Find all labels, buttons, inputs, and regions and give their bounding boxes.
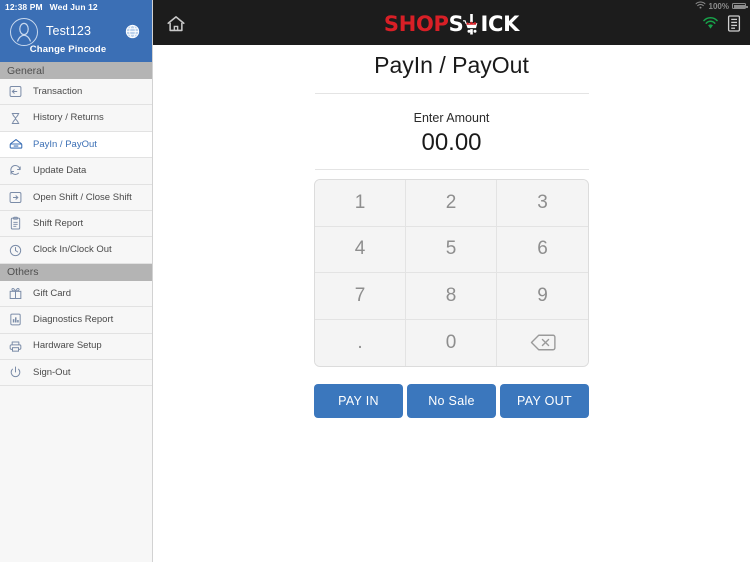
cash-drawer-icon <box>7 136 24 153</box>
key-7[interactable]: 7 <box>315 273 406 320</box>
logo-text-s: S <box>448 12 464 36</box>
title-divider <box>314 93 589 94</box>
chart-report-icon <box>7 311 24 328</box>
receipt-icon[interactable] <box>727 15 741 32</box>
app-topbar: 100% SHOPS ICK <box>153 0 750 45</box>
logo-text-shop: SHOP <box>383 12 449 36</box>
hourglass-icon <box>7 110 24 127</box>
power-icon <box>7 364 24 381</box>
shopping-cart-icon <box>463 14 480 35</box>
sidebar-item-label: History / Returns <box>33 112 104 124</box>
page-title: PayIn / PayOut <box>374 52 529 78</box>
ios-status-bar: 12:38 PM Wed Jun 12 <box>0 0 152 14</box>
amount-display: 00.00 <box>421 129 482 156</box>
change-pincode-link[interactable]: Change Pincode <box>0 44 152 55</box>
sidebar-item-label: Gift Card <box>33 287 72 299</box>
topbar-right-icons <box>703 15 741 32</box>
shopslick-logo: SHOPS ICK <box>153 12 750 36</box>
sidebar-item-gift-card[interactable]: Gift Card <box>0 280 152 308</box>
account-header: Test123 Change Pincode <box>0 14 152 62</box>
wifi-signal-green-icon[interactable] <box>703 17 718 30</box>
status-date: Wed Jun 12 <box>49 2 98 12</box>
sidebar-item-label: Transaction <box>33 85 83 97</box>
sidebar-item-history-returns[interactable]: History / Returns <box>0 105 152 132</box>
numeric-keypad: 1 2 3 4 5 6 7 8 9 . 0 <box>314 179 589 367</box>
no-sale-button[interactable]: No Sale <box>407 384 496 418</box>
sidebar: 12:38 PM Wed Jun 12 Test123 Change Pinco… <box>0 0 153 562</box>
gift-card-icon <box>7 285 24 302</box>
key-backspace[interactable] <box>497 319 588 366</box>
logo-text-ick: ICK <box>480 12 520 36</box>
battery-full-icon <box>732 3 748 9</box>
refresh-icon <box>7 162 24 179</box>
amount-divider <box>314 169 589 170</box>
sidebar-item-diagnostics-report[interactable]: Diagnostics Report <box>0 307 152 334</box>
sidebar-item-sign-out[interactable]: Sign-Out <box>0 359 152 387</box>
key-6[interactable]: 6 <box>497 226 588 273</box>
sidebar-item-update-data[interactable]: Update Data <box>0 158 152 185</box>
sidebar-item-label: Clock In/Clock Out <box>33 244 112 256</box>
battery-percent-label: 100% <box>708 1 729 11</box>
pay-out-button[interactable]: PAY OUT <box>500 384 589 418</box>
sidebar-item-shift-report[interactable]: Shift Report <box>0 210 152 238</box>
sidebar-item-open-close-shift[interactable]: Open Shift / Close Shift <box>0 184 152 211</box>
app-root: 12:38 PM Wed Jun 12 Test123 Change Pinco… <box>0 0 750 562</box>
sidebar-item-label: Open Shift / Close Shift <box>33 191 132 203</box>
sidebar-item-label: Hardware Setup <box>33 340 102 352</box>
key-1[interactable]: 1 <box>315 180 406 227</box>
sidebar-item-label: Update Data <box>33 165 87 177</box>
key-0[interactable]: 0 <box>406 319 497 366</box>
sidebar-section-others: Others <box>0 263 152 281</box>
printer-icon <box>7 338 24 355</box>
sidebar-item-label: Shift Report <box>33 217 84 229</box>
key-5[interactable]: 5 <box>406 226 497 273</box>
transaction-arrow-icon <box>7 83 24 100</box>
sidebar-item-label: Diagnostics Report <box>33 314 114 326</box>
user-avatar-icon <box>10 18 38 46</box>
status-time: 12:38 PM <box>5 2 43 12</box>
pay-in-button[interactable]: PAY IN <box>314 384 403 418</box>
main-content: PayIn / PayOut Enter Amount 00.00 1 2 3 … <box>153 45 750 562</box>
sidebar-item-transaction[interactable]: Transaction <box>0 79 152 106</box>
key-9[interactable]: 9 <box>497 273 588 320</box>
globe-icon[interactable] <box>125 24 140 39</box>
key-8[interactable]: 8 <box>406 273 497 320</box>
enter-amount-label: Enter Amount <box>413 111 490 125</box>
account-name: Test123 <box>46 24 92 38</box>
sidebar-item-payin-payout[interactable]: PayIn / PayOut <box>0 131 152 159</box>
key-3[interactable]: 3 <box>497 180 588 227</box>
sidebar-item-label: PayIn / PayOut <box>33 138 97 150</box>
sidebar-item-label: Sign-Out <box>33 366 71 378</box>
sidebar-item-hardware-setup[interactable]: Hardware Setup <box>0 333 152 360</box>
wifi-icon <box>695 1 706 11</box>
clipboard-icon <box>7 215 24 232</box>
sidebar-section-general: General <box>0 62 152 79</box>
key-2[interactable]: 2 <box>406 180 497 227</box>
key-decimal[interactable]: . <box>315 319 406 366</box>
login-arrow-icon <box>7 189 24 206</box>
key-4[interactable]: 4 <box>315 226 406 273</box>
device-status-indicators: 100% <box>695 1 748 11</box>
sidebar-item-clock-in-out[interactable]: Clock In/Clock Out <box>0 237 152 264</box>
action-buttons: PAY IN No Sale PAY OUT <box>314 384 589 418</box>
backspace-icon <box>530 334 556 351</box>
clock-icon <box>7 242 24 259</box>
